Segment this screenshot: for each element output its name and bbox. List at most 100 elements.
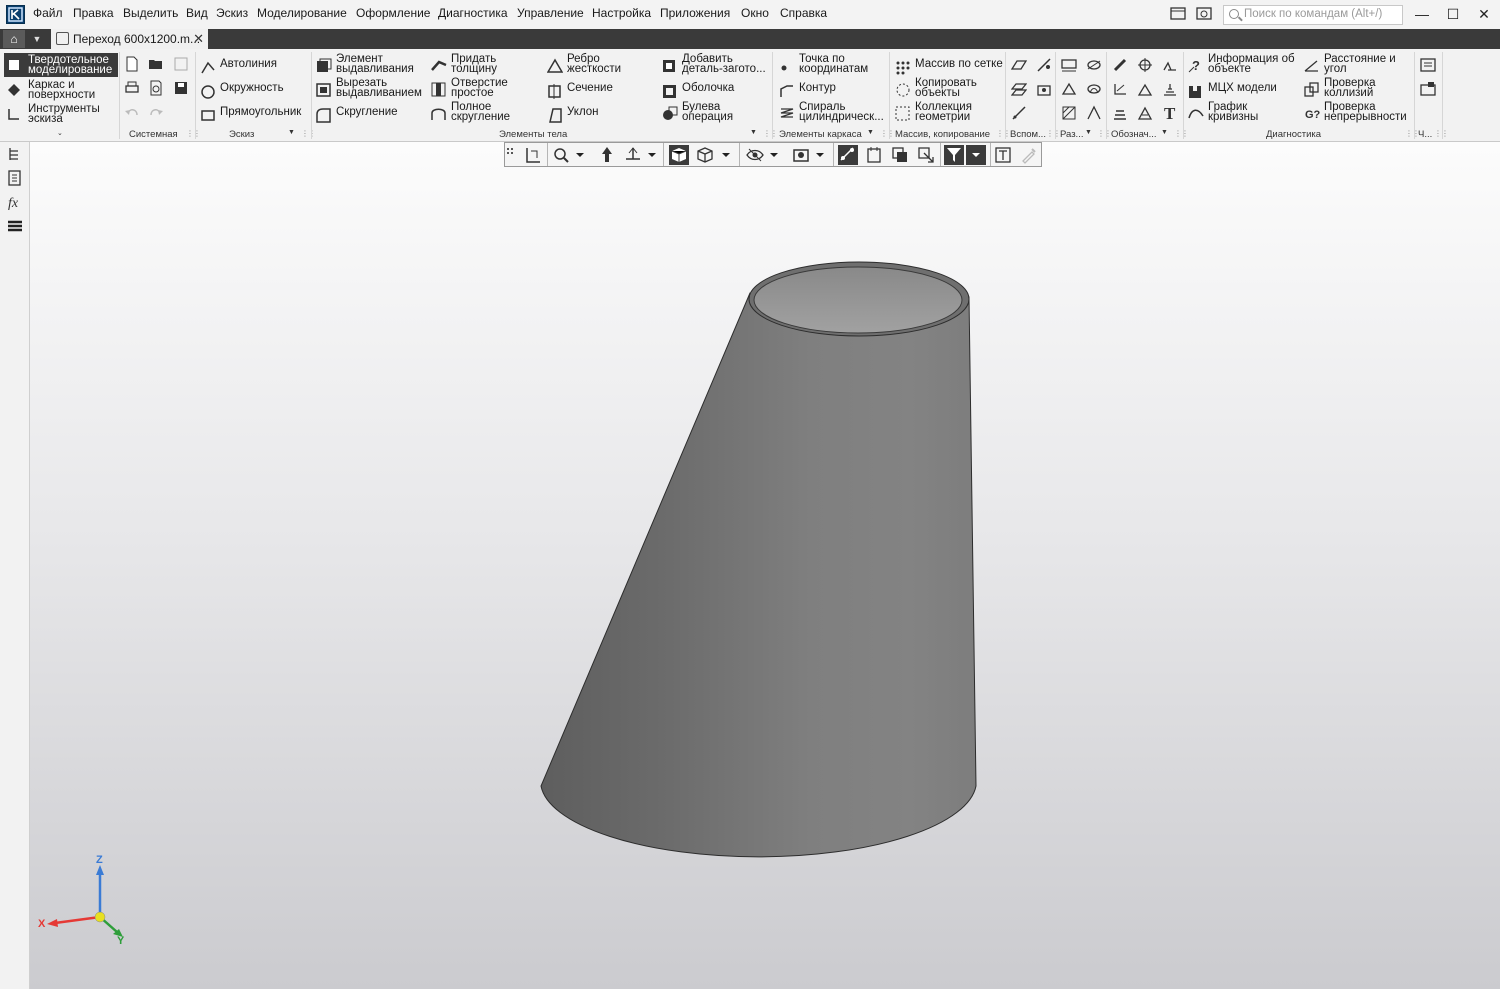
menu-select[interactable]: Выделить — [123, 6, 178, 20]
aux-line-icon[interactable] — [1011, 105, 1027, 121]
frame-group-chevron-icon[interactable]: ▼ — [867, 129, 874, 136]
mode-expand-chevron-icon[interactable]: ⌄ — [57, 129, 63, 137]
maximize-button[interactable]: ☐ — [1441, 3, 1465, 25]
welding-icon[interactable] — [1137, 105, 1153, 121]
rotate-chevron-down-icon[interactable] — [645, 145, 659, 165]
height-size-icon[interactable] — [1061, 81, 1077, 97]
panel-layout-icon[interactable] — [1420, 81, 1436, 97]
menu-apps[interactable]: Приложения — [660, 6, 730, 20]
tolerance-icon[interactable] — [1112, 105, 1128, 121]
model-canvas[interactable] — [30, 142, 1500, 989]
menu-sketch[interactable]: Эскиз — [216, 6, 248, 20]
body-group-chevron-icon[interactable]: ▼ — [750, 129, 757, 136]
tab-list-chevron-icon[interactable]: ▼ — [30, 30, 44, 48]
3d-viewport[interactable] — [30, 142, 1500, 989]
text-icon[interactable]: T — [1162, 104, 1178, 123]
fillet-icon — [316, 108, 332, 123]
base-icon[interactable] — [1137, 81, 1153, 97]
save-as-icon[interactable] — [173, 80, 189, 96]
separator — [739, 143, 740, 166]
separator — [663, 143, 664, 166]
menu-help[interactable]: Справка — [780, 6, 827, 20]
command-search-input[interactable]: Поиск по командам (Alt+/) — [1223, 5, 1403, 25]
menu-drafting[interactable]: Оформление — [356, 6, 430, 20]
conical-transition-model[interactable] — [540, 261, 977, 858]
separator — [311, 52, 312, 139]
radius-size-icon[interactable] — [1086, 81, 1102, 97]
menu-settings[interactable]: Настройка — [592, 6, 651, 20]
layers-icon[interactable] — [7, 218, 23, 234]
mode-sketch-tools[interactable]: Инструменты эскиза — [4, 102, 118, 125]
size-group-chevron-icon[interactable]: ▼ — [1085, 129, 1092, 136]
layout-icon[interactable] — [1170, 7, 1186, 21]
display-chevron-down-icon[interactable] — [719, 145, 733, 165]
selection-filter-icon[interactable] — [944, 145, 964, 165]
search-placeholder: Поиск по командам (Alt+/) — [1244, 8, 1383, 20]
shaded-display-icon[interactable] — [669, 145, 689, 165]
measure-tool-icon[interactable] — [993, 145, 1013, 165]
close-tab-icon[interactable]: ✕ — [193, 29, 204, 49]
center-mark-icon[interactable] — [1137, 57, 1153, 73]
menu-control[interactable]: Управление — [517, 6, 584, 20]
hide-show-eye-icon[interactable] — [745, 145, 765, 165]
grip-icon: ⋮⋮ — [996, 129, 1011, 138]
menu-window[interactable]: Окно — [741, 6, 769, 20]
info-icon: ? — [1188, 58, 1204, 73]
filter-objects-icon[interactable] — [890, 145, 910, 165]
new-document-icon[interactable] — [124, 56, 140, 72]
section-chevron-down-icon[interactable] — [813, 145, 827, 165]
zoom-icon[interactable] — [551, 145, 571, 165]
notation-group-chevron-icon[interactable]: ▼ — [1161, 129, 1168, 136]
eyedropper-icon[interactable] — [1019, 145, 1039, 165]
position-icon[interactable] — [1162, 81, 1178, 97]
angle-size-icon[interactable] — [1061, 105, 1077, 121]
document-tab[interactable]: Переход 600х1200.m... ✕ — [51, 29, 208, 49]
preview-icon[interactable] — [148, 80, 164, 96]
arc-size-icon[interactable] — [1086, 105, 1102, 121]
snap-active-icon[interactable] — [838, 145, 858, 165]
app-logo-icon[interactable] — [6, 5, 25, 24]
pan-rotate-icon[interactable] — [597, 145, 617, 165]
mode-solid-modeling[interactable]: Твердотельное моделирование — [4, 53, 118, 77]
rotate-view-icon[interactable] — [623, 145, 643, 165]
linear-size-icon[interactable] — [1061, 57, 1077, 73]
home-icon[interactable]: ⌂ — [3, 30, 25, 48]
aux-lcs-icon[interactable] — [1036, 81, 1052, 97]
copy-objects-icon — [895, 82, 911, 97]
variables-fx-icon[interactable]: fx — [7, 194, 23, 211]
minimize-button[interactable]: — — [1410, 3, 1434, 25]
mode-wireframe-surfaces[interactable]: Каркас и поверхности — [4, 78, 118, 101]
model-tree-icon[interactable] — [7, 146, 23, 162]
save-icon[interactable] — [173, 56, 189, 72]
aux-plane-icon[interactable] — [1010, 57, 1028, 73]
close-button[interactable]: ✕ — [1472, 3, 1496, 25]
leader-icon[interactable] — [1112, 81, 1128, 97]
orientation-icon[interactable] — [523, 145, 543, 165]
undo-icon[interactable] — [124, 105, 140, 121]
sketch-group-chevron-icon[interactable]: ▼ — [288, 129, 295, 136]
roughness-icon[interactable] — [1162, 57, 1178, 73]
properties-icon[interactable] — [7, 170, 23, 186]
visibility-chevron-down-icon[interactable] — [767, 145, 781, 165]
menu-diagnostics[interactable]: Диагностика — [438, 6, 508, 20]
filter-chevron-down-icon[interactable] — [966, 145, 986, 165]
wireframe-display-icon[interactable] — [695, 145, 715, 165]
menu-file[interactable]: Файл — [33, 6, 63, 20]
aux-axis-icon[interactable] — [1036, 57, 1052, 73]
menu-edit[interactable]: Правка — [73, 6, 114, 20]
diameter-size-icon[interactable] — [1086, 57, 1102, 73]
zoom-chevron-down-icon[interactable] — [573, 145, 587, 165]
open-folder-icon[interactable] — [148, 56, 164, 72]
menu-modeling[interactable]: Моделирование — [257, 6, 347, 20]
section-view-icon[interactable] — [791, 145, 811, 165]
toolbar-grip-icon[interactable] — [505, 145, 519, 165]
selection-manager-icon[interactable] — [916, 145, 936, 165]
thread-icon[interactable] — [1112, 57, 1128, 73]
redo-icon[interactable] — [148, 105, 164, 121]
panel-toggle-icon[interactable] — [1420, 57, 1436, 73]
print-icon[interactable] — [124, 80, 140, 96]
screenshot-icon[interactable] — [1196, 7, 1212, 21]
aux-offset-plane-icon[interactable] — [1010, 81, 1028, 97]
menu-view[interactable]: Вид — [186, 6, 208, 20]
local-cs-icon[interactable] — [864, 145, 884, 165]
